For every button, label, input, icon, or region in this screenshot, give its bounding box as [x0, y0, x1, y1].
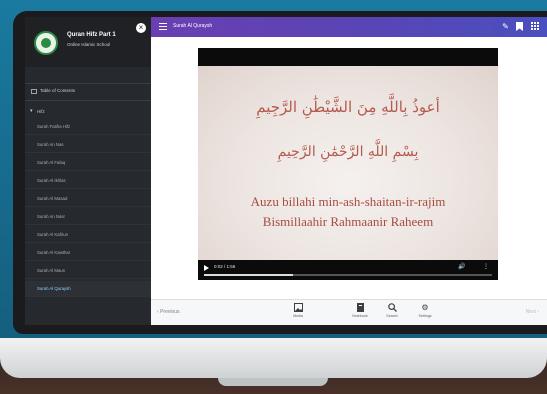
transliteration-line-1: Auzu billahi min-ash-shaitan-ir-rajim: [250, 194, 446, 209]
sidebar-item-label: Surah Fatiha Hifz: [37, 124, 71, 129]
laptop-base: [0, 338, 547, 378]
list-icon: [31, 89, 37, 94]
sidebar-item-surah-al-falaq[interactable]: Surah Al Falaq: [25, 155, 151, 171]
sidebar-item-label: Surah Al Quraysh: [37, 286, 71, 291]
page-title: Surah Al Quraysh: [173, 23, 213, 29]
image-icon: [293, 303, 303, 312]
sidebar-group-hifz[interactable]: ▾ Hifz: [25, 105, 151, 117]
toc-label: Table of Contents: [40, 88, 76, 93]
grid-icon[interactable]: [530, 22, 539, 31]
laptop-base-notch: [218, 378, 328, 386]
group-label: Hifz: [37, 109, 45, 114]
caret-down-icon: ▾: [30, 108, 33, 114]
search-icon: [387, 303, 397, 312]
sidebar-item-label: Surah Al Kafirun: [37, 232, 69, 237]
search-button[interactable]: Search: [379, 303, 405, 318]
close-icon: ×: [138, 23, 144, 32]
video-controls: 0:02 / 1:56 🔊 ⋮: [198, 260, 498, 280]
edit-icon[interactable]: ✎: [501, 22, 510, 31]
course-title: Quran Hifz Part 1: [67, 32, 116, 38]
notebook-icon: [356, 303, 365, 312]
video-progress-bar[interactable]: [204, 274, 492, 276]
video-progress-fill: [204, 274, 294, 276]
video-letterbox: [198, 48, 498, 66]
notebook-button[interactable]: Notebook: [347, 303, 373, 318]
media-label: Media: [293, 314, 303, 318]
close-sidebar-button[interactable]: ×: [136, 23, 146, 33]
sidebar-item-surah-al-masad[interactable]: Surah Al Masad: [25, 191, 151, 207]
sidebar-item-surah-al-kafirun[interactable]: Surah Al Kafirun: [25, 227, 151, 243]
search-label: Search: [386, 314, 398, 318]
sidebar-item-label: Surah Al Maun: [37, 268, 66, 273]
media-button[interactable]: Media: [285, 303, 311, 318]
sidebar-item-surah-an-nas[interactable]: Surah An Nas: [25, 137, 151, 153]
next-label: Next: [525, 309, 536, 315]
arabic-line-2: بِسْمِ اللَّهِ الرَّحْمَٰنِ الرَّحِيمِ: [277, 144, 419, 160]
gear-icon: ⚙: [421, 303, 429, 312]
bookmark-icon[interactable]: [515, 22, 524, 31]
sidebar-item-surah-al-kawthar[interactable]: Surah Al Kawthar: [25, 245, 151, 261]
video-time: 0:02 / 1:56: [214, 264, 236, 269]
table-of-contents-header[interactable]: Table of Contents: [25, 83, 151, 101]
video-frame: أعوذُ بِاللَّهِ مِنَ الشَّيْطَٰنِ الرَّج…: [198, 66, 498, 260]
brand-header: Quran Hifz Part 1 Online Islamic School …: [25, 17, 151, 67]
sidebar-item-surah-al-quraysh[interactable]: Surah Al Quraysh: [25, 281, 151, 297]
transliteration-line-2: Bismillaahir Rahmaanir Raheem: [262, 214, 434, 229]
content-area: أعوذُ بِاللَّهِ مِنَ الشَّيْطَٰنِ الرَّج…: [151, 37, 547, 299]
play-icon[interactable]: [204, 265, 209, 271]
previous-label: Previous: [160, 309, 180, 315]
next-button[interactable]: Next ›: [526, 309, 539, 315]
previous-button[interactable]: ‹ Previous: [157, 309, 180, 315]
sidebar-item-label: Surah An Nas: [37, 142, 64, 147]
sidebar-item-surah-fatiha-hifz[interactable]: Surah Fatiha Hifz: [25, 119, 151, 135]
bottom-toolbar: ‹ Previous Media Notebook Search ⚙ Setti…: [151, 299, 547, 325]
school-name: Online Islamic School: [67, 42, 111, 47]
sidebar-item-label: Surah Al Kawthar: [37, 250, 71, 255]
sidebar-item-label: Surah Al Falaq: [37, 160, 66, 165]
more-options-icon[interactable]: ⋮: [483, 263, 489, 270]
arabic-line-1: أعوذُ بِاللَّهِ مِنَ الشَّيْطَٰنِ الرَّج…: [256, 98, 440, 116]
notebook-label: Notebook: [352, 314, 368, 318]
school-logo: [34, 31, 58, 55]
volume-icon[interactable]: 🔊: [458, 263, 465, 270]
video-player[interactable]: أعوذُ بِاللَّهِ مِنَ الشَّيْطَٰنِ الرَّج…: [198, 48, 498, 280]
sidebar-item-surah-al-ikhlas[interactable]: Surah Al Ikhlas: [25, 173, 151, 189]
settings-button[interactable]: ⚙ Settings: [412, 303, 438, 318]
menu-icon[interactable]: [159, 23, 167, 30]
sidebar-item-surah-an-nasr[interactable]: Surah An Nasr: [25, 209, 151, 225]
sidebar-item-surah-al-maun[interactable]: Surah Al Maun: [25, 263, 151, 279]
sidebar-item-label: Surah Al Masad: [37, 196, 68, 201]
top-bar: Surah Al Quraysh ✎: [151, 17, 547, 37]
sidebar-item-label: Surah An Nasr: [37, 214, 65, 219]
sidebar-item-label: Surah Al Ikhlas: [37, 178, 66, 183]
laptop-screen: Quran Hifz Part 1 Online Islamic School …: [25, 17, 547, 325]
settings-label: Settings: [418, 314, 432, 318]
sidebar: Quran Hifz Part 1 Online Islamic School …: [25, 17, 151, 325]
